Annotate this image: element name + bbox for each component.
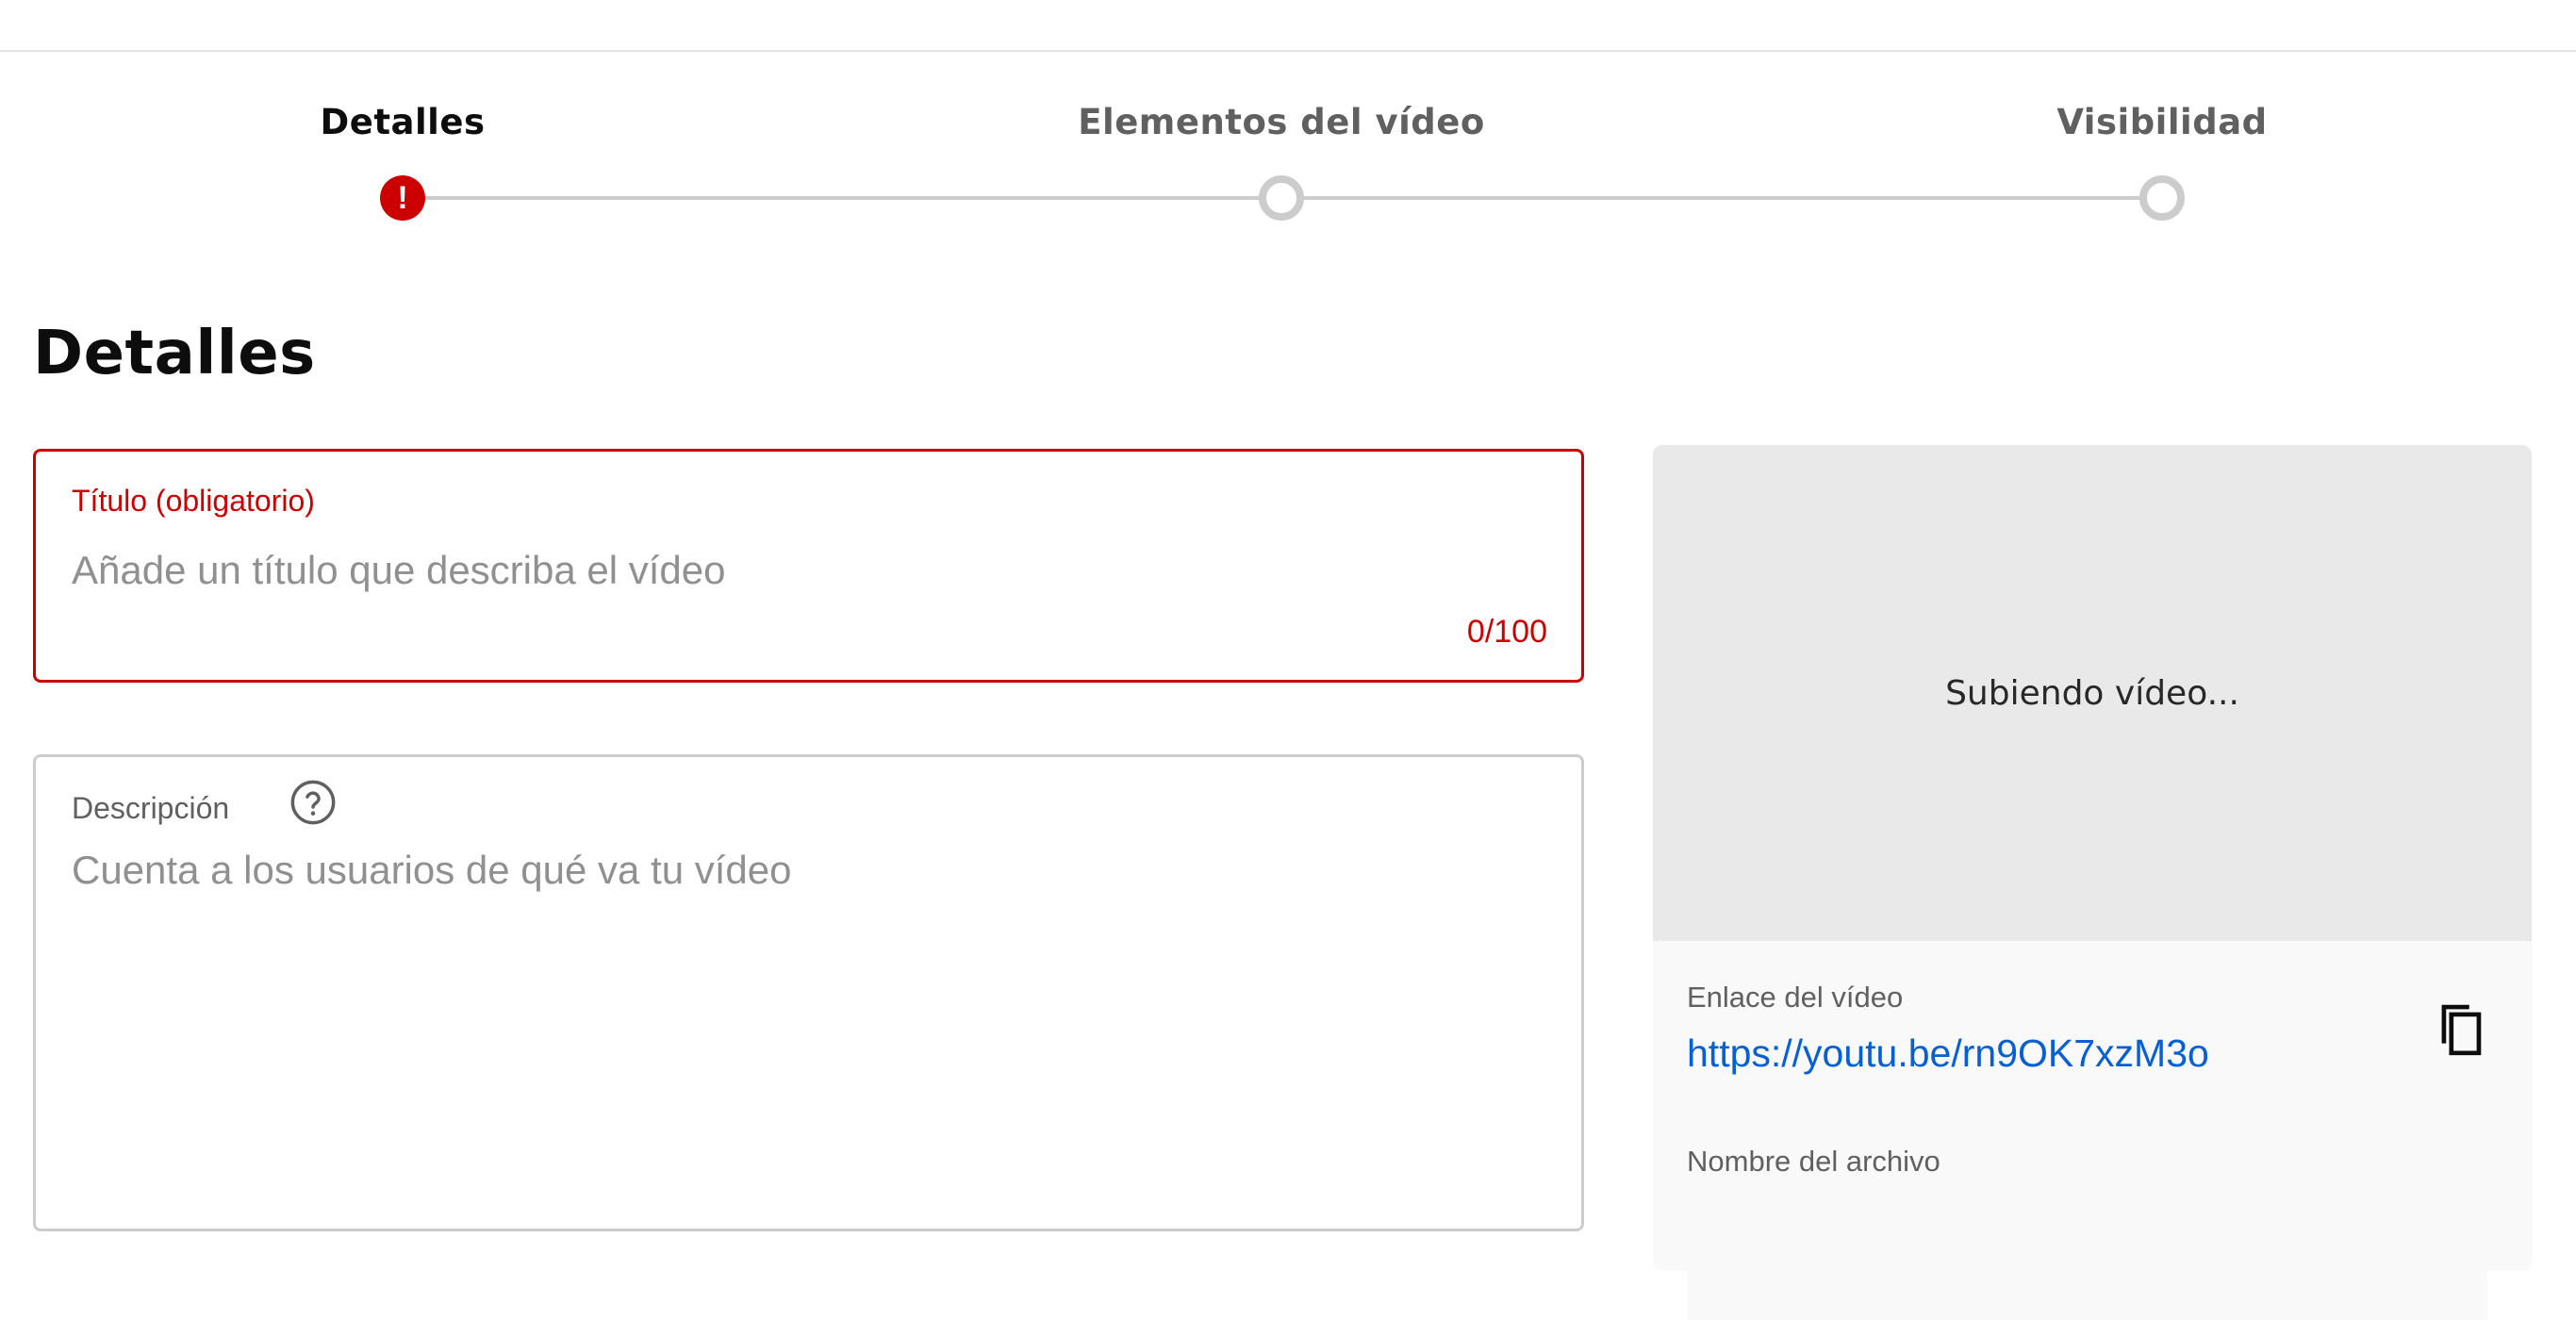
preview-card-footer — [1688, 1271, 2487, 1320]
step-details-error-icon[interactable]: ! — [380, 175, 425, 221]
title-field[interactable]: Título (obligatorio) 0/100 — [33, 449, 1584, 683]
title-char-counter: 0/100 — [1466, 614, 1547, 650]
video-preview-area: Subiendo vídeo... — [1653, 445, 2532, 941]
stepper-connector-2 — [1281, 196, 2162, 200]
title-input[interactable] — [72, 544, 1524, 597]
step-visibility-label[interactable]: Visibilidad — [2056, 102, 2267, 142]
video-preview-card: Subiendo vídeo... Enlace del vídeo https… — [1653, 445, 2532, 1271]
error-exclamation-glyph: ! — [397, 179, 408, 216]
step-details-label[interactable]: Detalles — [321, 102, 486, 142]
video-link[interactable]: https://youtu.be/rn9OK7xzM3o — [1687, 1031, 2209, 1076]
filename-label: Nombre del archivo — [1687, 1145, 1940, 1178]
description-field-label: Descripción — [72, 791, 230, 825]
help-circle-icon[interactable] — [289, 778, 338, 827]
upload-status: Subiendo vídeo... — [1945, 673, 2239, 713]
copy-icon[interactable] — [2428, 992, 2494, 1067]
step-video-elements-label[interactable]: Elementos del vídeo — [1078, 102, 1485, 142]
step-video-elements-dot[interactable] — [1259, 175, 1304, 221]
title-field-label: Título (obligatorio) — [72, 484, 315, 518]
description-field[interactable]: Descripción — [33, 754, 1584, 1231]
stepper-connector-1 — [403, 196, 1281, 200]
video-link-label: Enlace del vídeo — [1687, 981, 1904, 1014]
details-heading: Detalles — [33, 319, 316, 388]
description-input[interactable] — [72, 848, 1524, 1168]
upload-stepper: Detalles Elementos del vídeo Visibilidad… — [0, 0, 2576, 245]
step-visibility-dot[interactable] — [2139, 175, 2185, 221]
